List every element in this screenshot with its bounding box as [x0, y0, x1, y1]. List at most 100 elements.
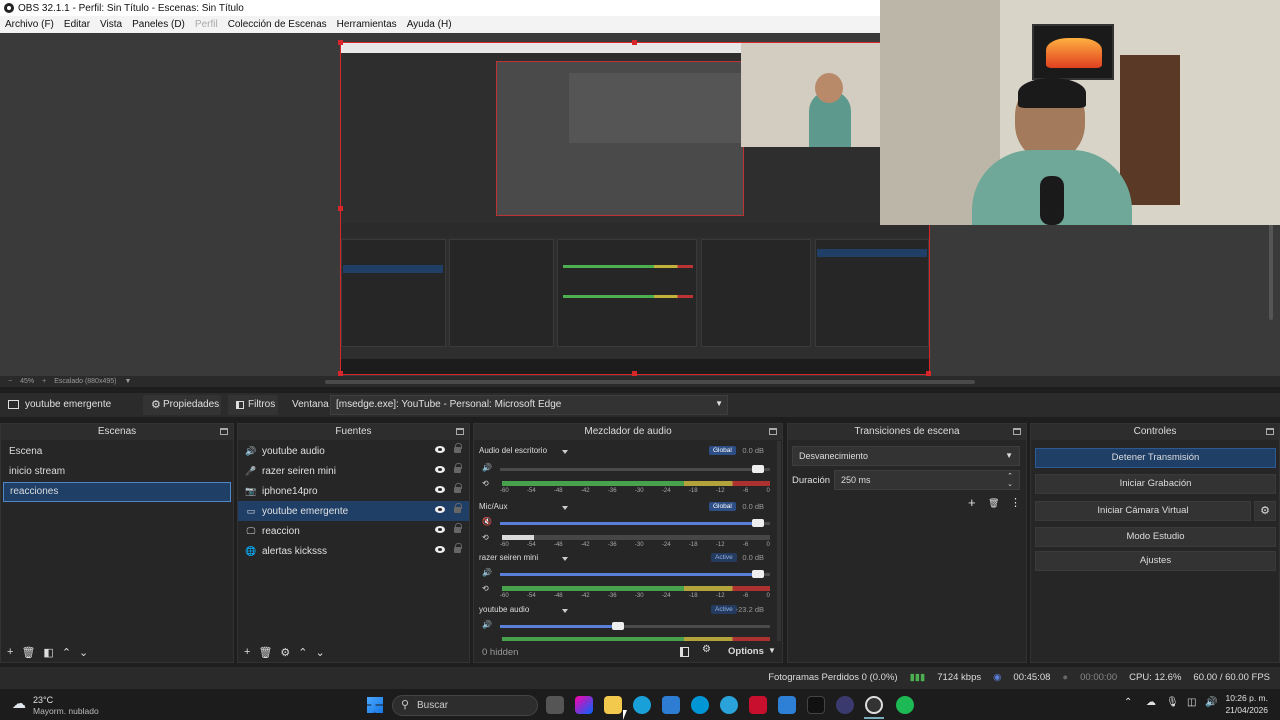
chevron-down-icon[interactable] [562, 557, 568, 561]
menu-archivo[interactable]: Archivo (F) [0, 19, 59, 30]
file-explorer-icon[interactable] [604, 696, 622, 714]
menu-editar[interactable]: Editar [59, 19, 95, 30]
source-item[interactable]: 🌐 alertas kicksss [238, 541, 469, 561]
copilot-icon[interactable] [575, 696, 593, 714]
source-item[interactable]: 🎤 razer seiren mini [238, 461, 469, 481]
source-item[interactable]: 📷 iphone14pro [238, 481, 469, 501]
clock-time[interactable]: 10:26 p. m. [1218, 693, 1268, 703]
source-item[interactable]: 🔊 youtube audio [238, 441, 469, 461]
menu-ayuda[interactable]: Ayuda (H) [402, 19, 457, 30]
lock-icon[interactable] [454, 483, 462, 493]
muted-speaker-icon[interactable]: 🔇 [482, 517, 492, 526]
monitor-icon[interactable]: ⟲ [482, 533, 489, 542]
dock-icon[interactable] [220, 428, 228, 435]
trash-icon[interactable]: 🗑 [21, 646, 35, 659]
tiktok-icon[interactable] [807, 696, 825, 714]
clock-date[interactable]: 21/04/2026 [1218, 705, 1268, 715]
more-options-icon[interactable]: ⋮ [1010, 496, 1021, 509]
lock-icon[interactable] [454, 463, 462, 473]
speaker-icon[interactable]: 🔊 [482, 463, 492, 472]
add-scene-icon[interactable]: + [7, 646, 13, 658]
mcafee-icon[interactable] [749, 696, 767, 714]
preview-vertical-scrollbar[interactable] [1269, 224, 1273, 320]
app-icon[interactable] [836, 696, 854, 714]
spin-down-icon[interactable]: ⌄ [1007, 476, 1013, 494]
source-item-selected[interactable]: ▭ youtube emergente [238, 501, 469, 521]
dock-icon[interactable] [1013, 428, 1021, 435]
volume-slider-knob[interactable] [611, 622, 624, 630]
advanced-audio-icon[interactable]: ⚙ [702, 644, 711, 655]
dock-icon[interactable] [456, 428, 464, 435]
lock-icon[interactable] [454, 523, 462, 533]
transform-handle-left[interactable] [338, 206, 343, 211]
filters-icon[interactable]: ◧ [43, 646, 53, 659]
obs-icon[interactable] [865, 696, 883, 714]
volume-slider-knob[interactable] [751, 465, 764, 473]
eye-icon[interactable] [435, 546, 445, 553]
preview-canvas[interactable] [340, 42, 930, 375]
eye-icon[interactable] [435, 446, 445, 453]
trash-icon[interactable]: 🗑 [258, 646, 272, 659]
menu-paneles[interactable]: Paneles (D) [127, 19, 190, 30]
start-virtual-camera-button[interactable]: Iniciar Cámara Virtual [1035, 501, 1251, 521]
chevron-down-icon[interactable] [562, 506, 568, 510]
eye-icon[interactable] [435, 506, 445, 513]
tray-chevron-up-icon[interactable]: ⌃ [1124, 697, 1132, 708]
lock-icon[interactable] [454, 543, 462, 553]
tray-mic-icon[interactable]: 🎙 [1166, 697, 1179, 708]
tray-network-icon[interactable]: ◫ [1187, 697, 1196, 708]
add-source-icon[interactable]: + [244, 646, 250, 658]
scene-item[interactable]: Escena [3, 442, 231, 462]
stop-streaming-button[interactable]: Detener Transmisión [1035, 448, 1276, 468]
task-view-icon[interactable] [546, 696, 564, 714]
transform-handle-tl[interactable] [338, 40, 343, 45]
chevron-down-icon[interactable] [562, 609, 568, 613]
eye-icon[interactable] [435, 466, 445, 473]
volume-slider-knob[interactable] [751, 570, 764, 578]
duration-spinbox[interactable]: 250 ms ⌃ ⌄ [834, 470, 1020, 490]
mail-icon[interactable] [778, 696, 796, 714]
move-up-icon[interactable]: ⌃ [62, 646, 71, 659]
zoom-minus-icon[interactable]: − [8, 378, 12, 385]
scene-item[interactable]: inicio stream [3, 462, 231, 482]
volume-slider[interactable] [500, 465, 770, 473]
edge-icon[interactable] [633, 696, 651, 714]
tray-volume-icon[interactable]: 🔊 [1205, 697, 1217, 708]
lock-icon[interactable] [454, 503, 462, 513]
preview-horizontal-scrollbar[interactable] [325, 380, 975, 384]
menu-vista[interactable]: Vista [95, 19, 127, 30]
scale-dropdown-icon[interactable]: ▼ [124, 378, 131, 385]
volume-slider-knob[interactable] [751, 519, 764, 527]
layout-icon[interactable] [680, 647, 689, 657]
start-recording-button[interactable]: Iniciar Grabación [1035, 474, 1276, 494]
move-down-icon[interactable]: ⌄ [316, 646, 325, 659]
menu-coleccion-escenas[interactable]: Colección de Escenas [223, 19, 332, 30]
tray-cloud-icon[interactable]: ☁ [1146, 697, 1156, 708]
dock-icon[interactable] [769, 428, 777, 435]
windows-start-icon[interactable] [367, 697, 383, 713]
chevron-down-icon[interactable]: ▼ [768, 646, 776, 655]
move-down-icon[interactable]: ⌄ [79, 646, 88, 659]
move-up-icon[interactable]: ⌃ [298, 646, 307, 659]
filters-button[interactable]: Filtros [228, 395, 278, 415]
settings-button[interactable]: Ajustes [1035, 551, 1276, 571]
lock-icon[interactable] [454, 443, 462, 453]
hidden-count[interactable]: 0 hidden [482, 647, 518, 658]
weather-temp[interactable]: 23°C [33, 695, 53, 705]
monitor-icon[interactable]: ⟲ [482, 584, 489, 593]
scene-item-selected[interactable]: reacciones [3, 482, 231, 502]
speaker-icon[interactable]: 🔊 [482, 568, 492, 577]
options-button[interactable]: Options [728, 646, 764, 657]
eye-icon[interactable] [435, 526, 445, 533]
chevron-down-icon[interactable] [562, 450, 568, 454]
speaker-icon[interactable]: 🔊 [482, 620, 492, 629]
eye-icon[interactable] [435, 486, 445, 493]
add-transition-icon[interactable]: + [968, 495, 976, 510]
source-item[interactable]: 🖵 reaccion [238, 521, 469, 541]
menu-herramientas[interactable]: Herramientas [332, 19, 402, 30]
volume-slider[interactable] [500, 570, 770, 578]
app-icon[interactable] [720, 696, 738, 714]
mixer-scrollbar[interactable] [777, 441, 781, 641]
studio-mode-button[interactable]: Modo Estudio [1035, 527, 1276, 547]
window-select[interactable]: [msedge.exe]: YouTube - Personal: Micros… [330, 395, 728, 415]
